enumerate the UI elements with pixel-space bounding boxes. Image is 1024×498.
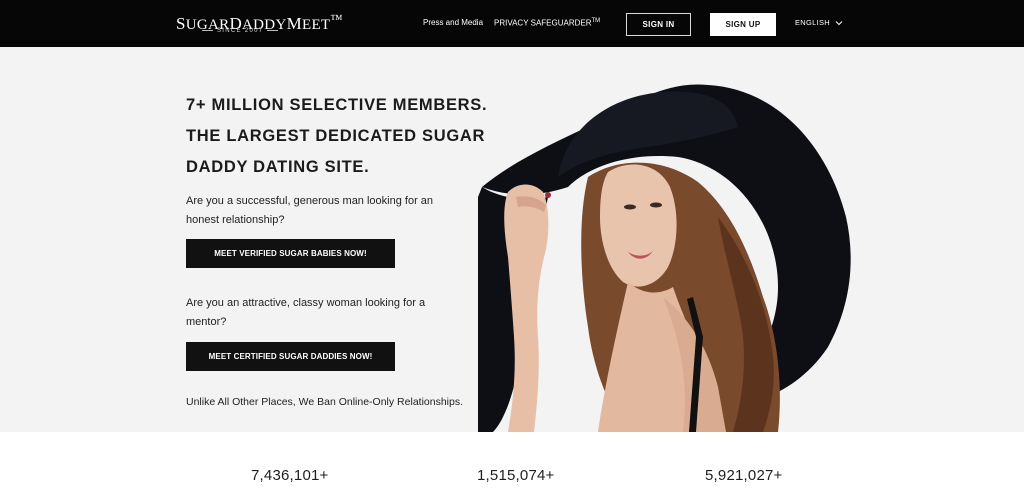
nav-privacy-label: PRIVACY SAFEGUARDER [494,18,592,28]
meet-sugar-daddies-button[interactable]: MEET CERTIFIED SUGAR DADDIES NOW! [186,342,395,371]
member-stats-bar: 7,436,101+ 1,515,074+ 5,921,027+ [0,432,1024,498]
nav-press-media-link[interactable]: Press and Media [423,18,483,27]
stat-sugar-daddies: 1,515,074+ [477,467,555,484]
sign-up-button[interactable]: SIGN UP [710,13,776,36]
headline-line: THE LARGEST DEDICATED SUGAR [186,127,486,145]
language-label: ENGLISH [795,18,831,27]
logo-since-text: SINCE 2007 [198,28,268,34]
men-question-text: Are you a successful, generous man looki… [186,195,434,226]
nav-privacy-trademark: TM [591,18,601,24]
meet-sugar-babies-button[interactable]: MEET VERIFIED SUGAR BABIES NOW! [186,239,395,268]
women-question-text: Are you an attractive, classy woman look… [186,297,426,328]
site-logo[interactable]: SUGARDADDYMEET™ SINCE 2007 [176,11,343,37]
headline-line: DADDY DATING SITE. [186,158,370,176]
hero-headline: 7+ MILLION SELECTIVE MEMBERS. THE LARGES… [186,90,488,183]
headline-line: 7+ MILLION SELECTIVE MEMBERS. [186,96,488,114]
hero-woman-in-hat-image [478,84,851,432]
chevron-down-icon [835,20,843,25]
stat-sugar-babies: 5,921,027+ [705,467,783,484]
stat-total-members: 7,436,101+ [251,467,329,484]
top-navigation-bar: SUGARDADDYMEET™ SINCE 2007 Press and Med… [0,0,1024,47]
sign-in-button[interactable]: SIGN IN [626,13,691,36]
hero-tagline: Unlike All Other Places, We Ban Online-O… [186,396,464,408]
nav-privacy-safeguarder-link[interactable]: PRIVACY SAFEGUARDERTM [494,18,600,28]
hero-section: 7+ MILLION SELECTIVE MEMBERS. THE LARGES… [0,47,1024,432]
language-selector[interactable]: ENGLISH [795,18,843,27]
